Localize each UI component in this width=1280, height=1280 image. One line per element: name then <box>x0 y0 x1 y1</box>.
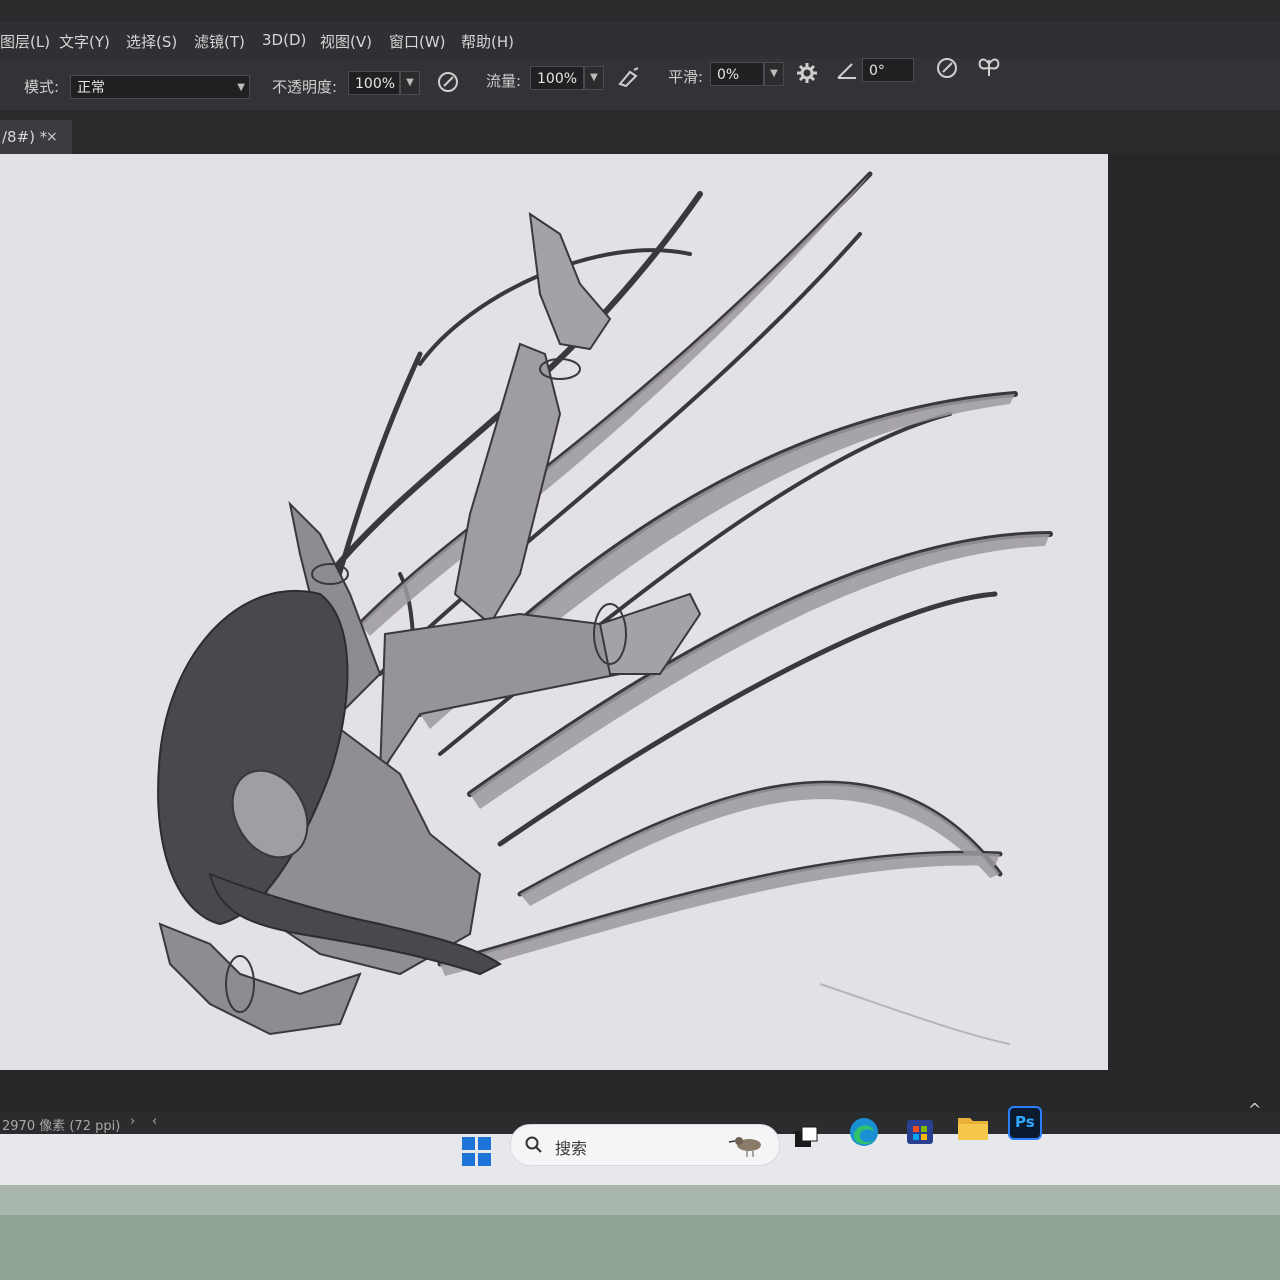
chevron-up-icon[interactable]: ^ <box>1248 1100 1261 1119</box>
chevron-left-icon[interactable]: ‹ <box>152 1114 157 1129</box>
menu-bar: 图层(L) 文字(Y) 选择(S) 滤镜(T) 3D(D) 视图(V) 窗口(W… <box>0 22 1280 58</box>
opacity-value: 100% <box>355 76 396 92</box>
chevron-down-icon: ▼ <box>590 72 598 83</box>
angle-icon <box>834 58 860 84</box>
opacity-dropdown[interactable]: ▼ <box>400 71 420 95</box>
drawing-artwork <box>157 171 1053 1045</box>
taskbar-search[interactable]: 搜索 <box>510 1124 780 1166</box>
menu-layer[interactable]: 图层(L) <box>0 31 50 52</box>
smoothing-dropdown[interactable]: ▼ <box>764 62 784 86</box>
mode-value: 正常 <box>77 80 105 96</box>
workspace <box>0 154 1280 1114</box>
chevron-down-icon: ▼ <box>237 82 245 93</box>
task-view-icon[interactable] <box>794 1126 818 1148</box>
symmetry-butterfly-icon[interactable] <box>976 54 1002 80</box>
chevron-down-icon: ▼ <box>770 68 778 79</box>
opacity-field[interactable]: 100% <box>348 71 400 95</box>
mode-label: 模式: <box>24 78 60 96</box>
chevron-right-icon[interactable]: › <box>130 1114 135 1129</box>
flow-dropdown[interactable]: ▼ <box>584 66 604 90</box>
pressure-opacity-icon[interactable] <box>435 69 461 95</box>
flow-value: 100% <box>537 71 578 87</box>
close-icon[interactable]: × <box>46 120 58 154</box>
flow-label: 流量: <box>486 72 522 90</box>
smoothing-label: 平滑: <box>668 68 704 86</box>
airbrush-icon[interactable] <box>616 64 642 90</box>
photoshop-window: 图层(L) 文字(Y) 选择(S) 滤镜(T) 3D(D) 视图(V) 窗口(W… <box>0 0 1280 1185</box>
gear-icon[interactable] <box>794 60 820 86</box>
search-icon <box>525 1136 542 1153</box>
windows-start-icon[interactable] <box>462 1137 492 1167</box>
menu-type[interactable]: 文字(Y) <box>59 31 110 52</box>
angle-field[interactable]: 0° <box>862 58 914 82</box>
flow-field[interactable]: 100% <box>530 66 584 90</box>
document-size-text: 2970 像素 (72 ppi) <box>2 1119 121 1134</box>
canvas[interactable] <box>0 154 1108 1070</box>
menu-3d[interactable]: 3D(D) <box>262 31 306 49</box>
options-bar: 模式: 正常 ▼ 不透明度: 100% ▼ 流量: 100% ▼ 平滑: 0% … <box>0 58 1280 111</box>
menu-help[interactable]: 帮助(H) <box>461 31 514 52</box>
menu-window[interactable]: 窗口(W) <box>389 31 446 52</box>
smoothing-field[interactable]: 0% <box>710 62 764 86</box>
document-tab[interactable]: /8#) * <box>0 120 72 154</box>
bird-widget-icon <box>728 1137 761 1157</box>
menu-select[interactable]: 选择(S) <box>126 31 177 52</box>
store-icon[interactable] <box>904 1114 936 1146</box>
chevron-down-icon: ▼ <box>406 77 414 88</box>
photoshop-taskbar-icon[interactable]: Ps <box>1008 1106 1042 1140</box>
menu-filter[interactable]: 滤镜(T) <box>194 31 245 52</box>
smoothing-value: 0% <box>717 67 740 83</box>
ps-label: Ps <box>1015 1113 1035 1131</box>
document-tab-label: /8#) * <box>2 128 48 146</box>
mode-select[interactable]: 正常 ▼ <box>70 75 250 99</box>
opacity-label: 不透明度: <box>272 78 338 96</box>
document-tab-bar: /8#) * × <box>0 110 1280 154</box>
angle-value: 0° <box>869 63 885 79</box>
edge-browser-icon[interactable] <box>848 1116 880 1148</box>
search-placeholder: 搜索 <box>555 1139 588 1158</box>
file-explorer-icon[interactable] <box>956 1112 988 1144</box>
pressure-size-icon[interactable] <box>934 55 960 81</box>
menu-view[interactable]: 视图(V) <box>320 31 372 52</box>
monitor-edge <box>0 1185 1280 1215</box>
